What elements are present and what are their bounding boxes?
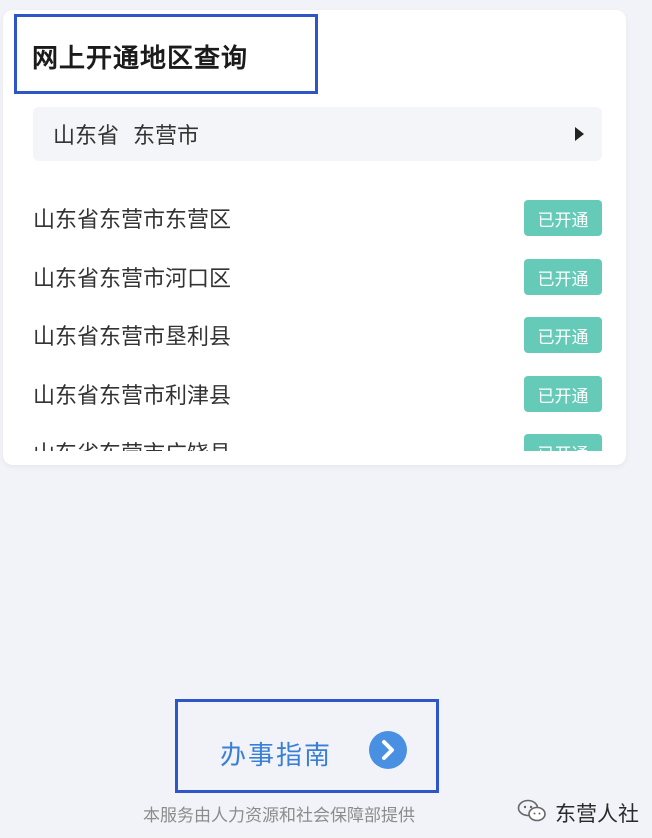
panel-title: 网上开通地区查询 (32, 44, 249, 74)
status-badge: 已开通 (524, 259, 602, 295)
list-item: 山东省东营市利津县 已开通 (33, 374, 602, 414)
page: 网上开通地区查询 山东省 东营市 山东省东营市东营区 已开通 山东省东营市河口区 … (0, 0, 652, 838)
region-selector-value: 山东省 东营市 (53, 118, 199, 150)
list-item: 山东省东营市东营区 已开通 (33, 198, 602, 238)
area-name: 山东省东营市垦利县 (33, 325, 232, 350)
status-badge: 已开通 (524, 200, 602, 236)
list-item: 山东省东营市广饶县 已开通 (33, 432, 602, 451)
city-label: 东营市 (133, 124, 200, 149)
caret-right-icon (575, 127, 584, 141)
list-item: 山东省东营市河口区 已开通 (33, 257, 602, 297)
region-selector[interactable]: 山东省 东营市 (33, 107, 602, 161)
watermark-text: 东营人社 (555, 802, 639, 826)
status-badge: 已开通 (524, 434, 602, 451)
area-name: 山东省东营市东营区 (33, 208, 232, 233)
status-badge: 已开通 (524, 376, 602, 412)
wechat-icon (517, 798, 547, 824)
province-label: 山东省 (53, 124, 120, 149)
area-name: 山东省东营市河口区 (33, 267, 232, 292)
region-query-panel: 网上开通地区查询 山东省 东营市 山东省东营市东营区 已开通 山东省东营市河口区 … (3, 10, 626, 465)
area-list[interactable]: 山东省东营市东营区 已开通 山东省东营市河口区 已开通 山东省东营市垦利县 已开… (3, 186, 626, 451)
status-badge: 已开通 (524, 317, 602, 353)
list-item: 山东省东营市垦利县 已开通 (33, 315, 602, 355)
guide-button[interactable]: 办事指南 (220, 735, 332, 772)
area-name: 山东省东营市广饶县 (33, 436, 231, 451)
footer-provider-text: 本服务由人力资源和社会保障部提供 (143, 806, 415, 826)
area-name: 山东省东营市利津县 (33, 384, 232, 409)
chevron-right-circle-icon[interactable] (369, 731, 407, 769)
